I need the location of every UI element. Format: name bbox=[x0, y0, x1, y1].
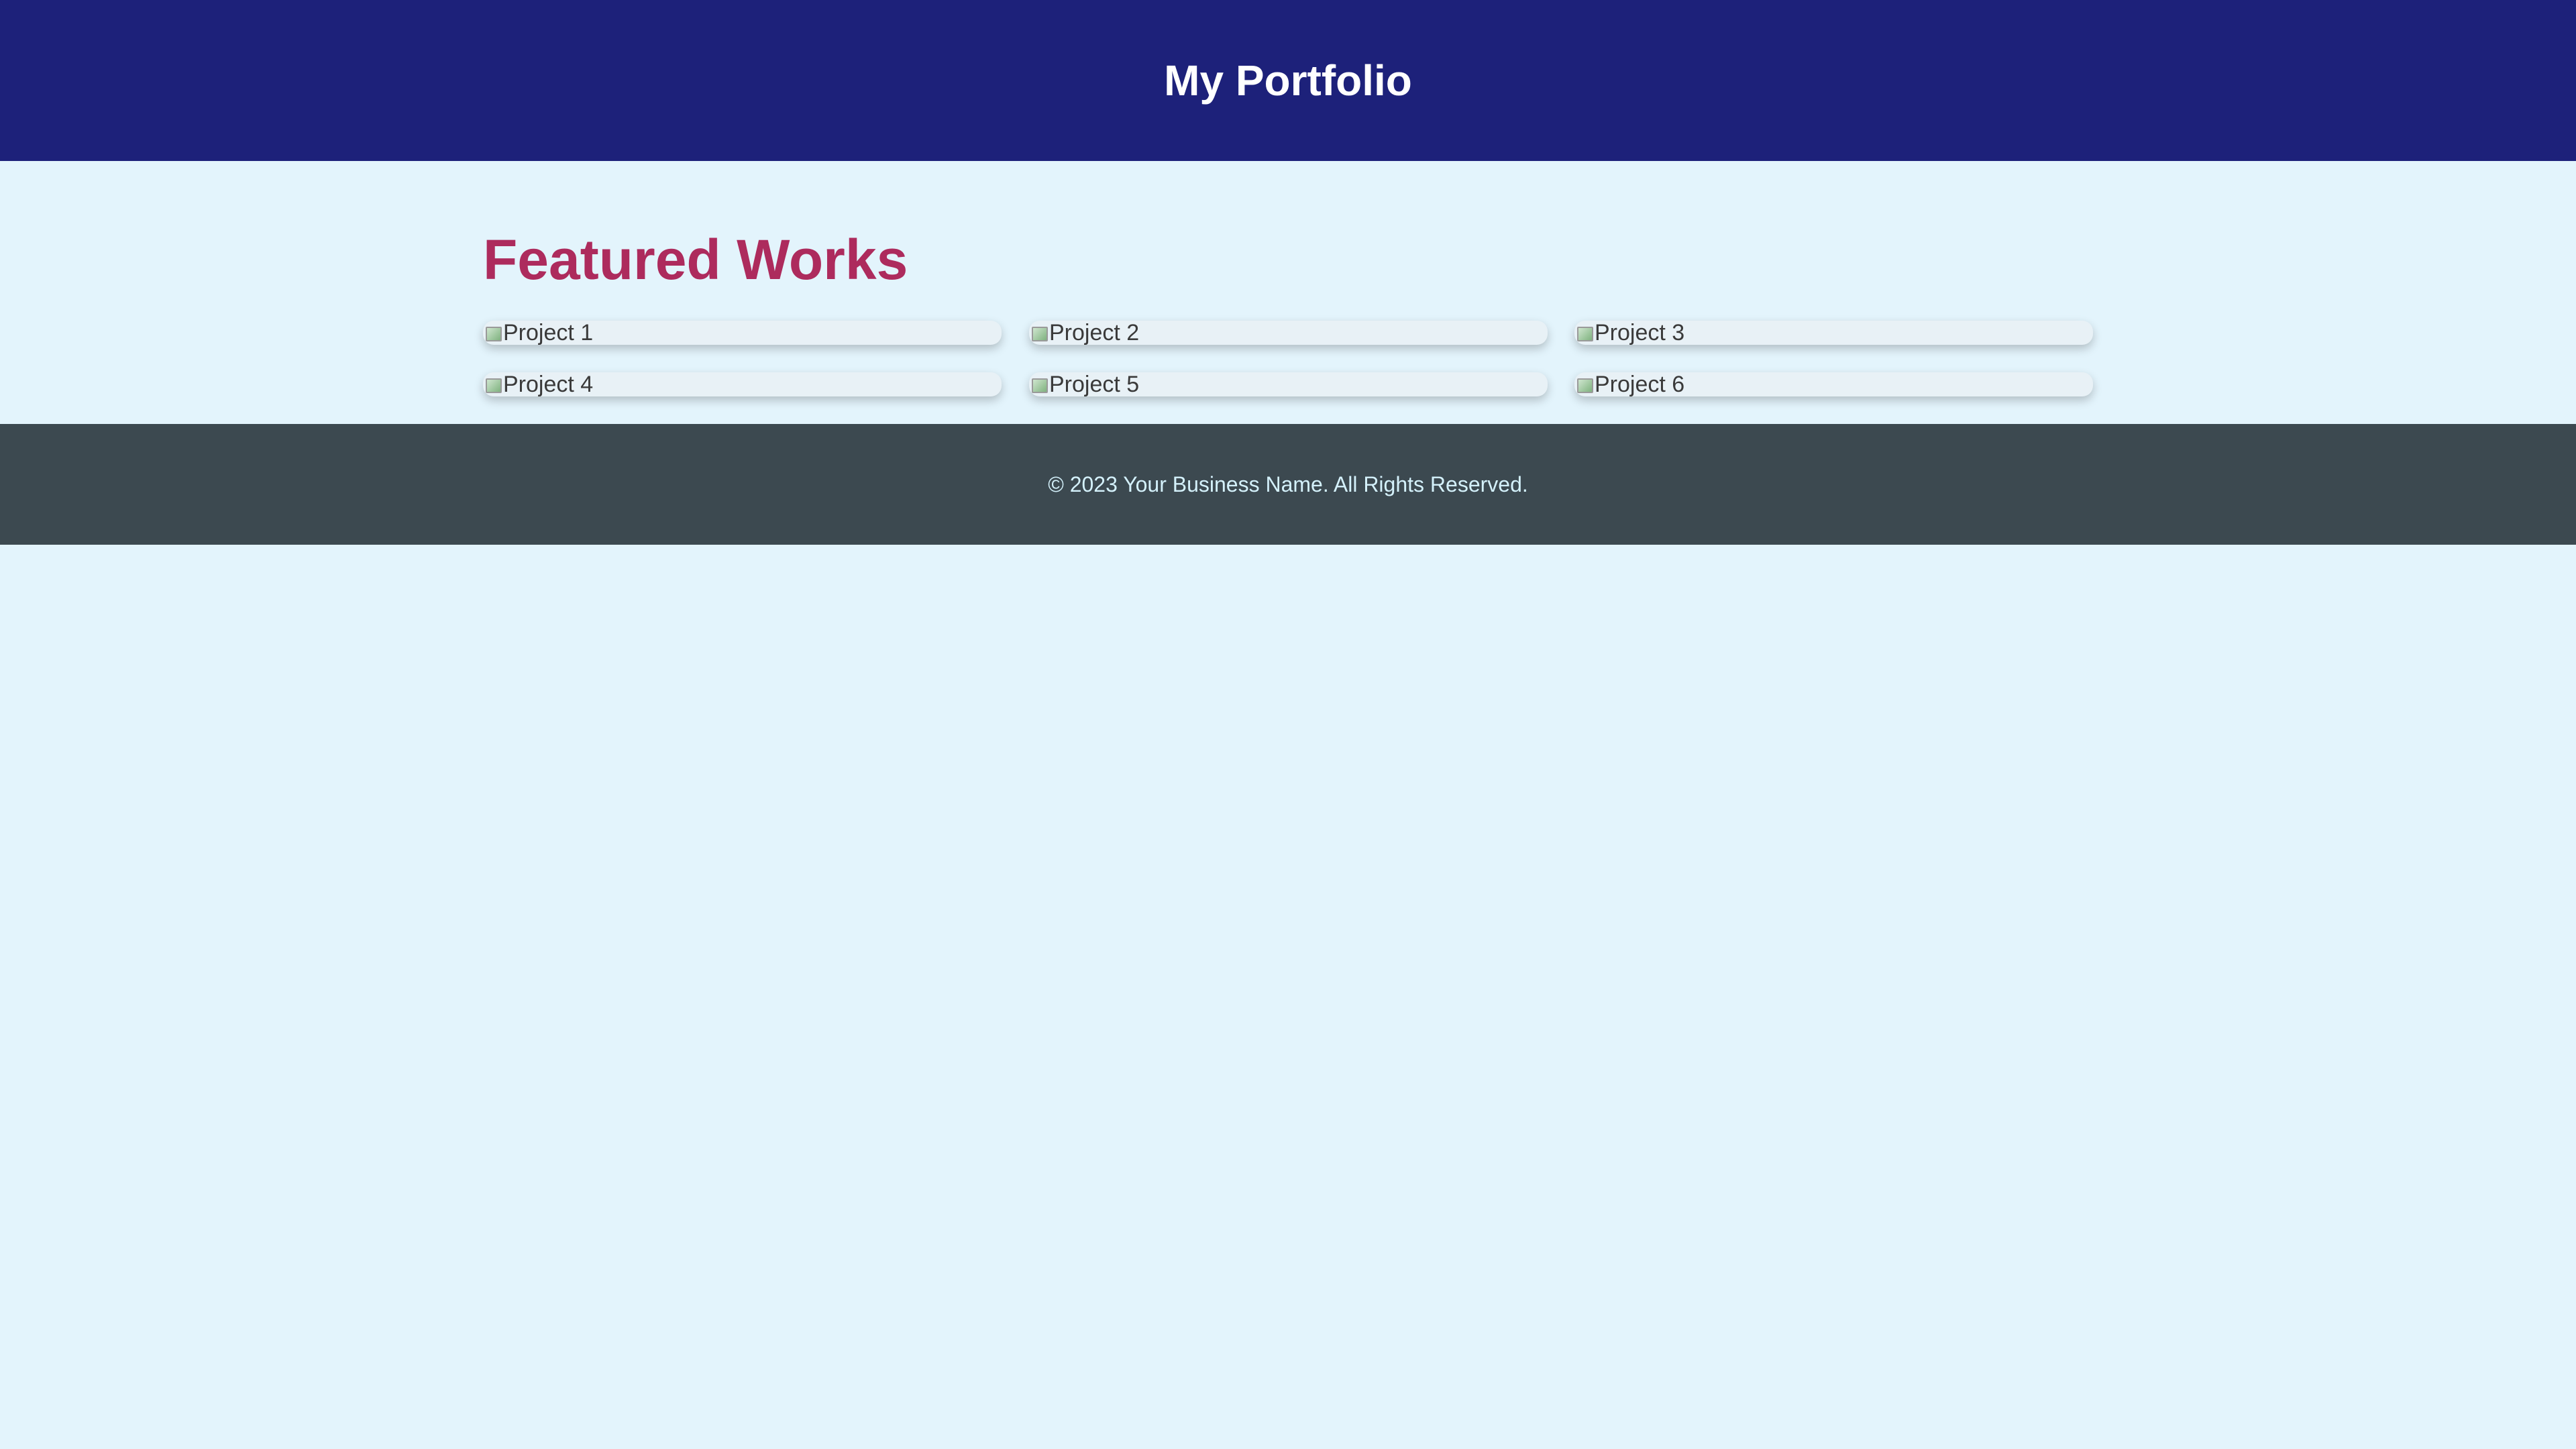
site-title: My Portfolio bbox=[1164, 56, 1412, 105]
project-image-alt: Project 3 bbox=[1595, 321, 1685, 345]
broken-image-icon bbox=[483, 323, 503, 343]
site-header: My Portfolio bbox=[0, 0, 2576, 161]
project-image-alt: Project 1 bbox=[503, 321, 594, 345]
project-card-1[interactable]: Project 1 bbox=[483, 321, 1002, 345]
site-footer: © 2023 Your Business Name. All Rights Re… bbox=[0, 424, 2576, 545]
project-card-2[interactable]: Project 2 bbox=[1029, 321, 1548, 345]
project-card-4[interactable]: Project 4 bbox=[483, 372, 1002, 396]
broken-image-icon bbox=[1574, 323, 1595, 343]
project-image-alt: Project 6 bbox=[1595, 372, 1685, 396]
copyright-text: © 2023 Your Business Name. All Rights Re… bbox=[1048, 472, 1528, 496]
section-heading: Featured Works bbox=[483, 228, 908, 291]
project-card-6[interactable]: Project 6 bbox=[1574, 372, 2093, 396]
broken-image-icon bbox=[483, 374, 503, 394]
project-image-alt: Project 5 bbox=[1049, 372, 1140, 396]
broken-image-icon bbox=[1029, 323, 1049, 343]
project-card-5[interactable]: Project 5 bbox=[1029, 372, 1548, 396]
broken-image-icon bbox=[1029, 374, 1049, 394]
project-card-3[interactable]: Project 3 bbox=[1574, 321, 2093, 345]
project-image-alt: Project 2 bbox=[1049, 321, 1140, 345]
project-image-alt: Project 4 bbox=[503, 372, 594, 396]
broken-image-icon bbox=[1574, 374, 1595, 394]
